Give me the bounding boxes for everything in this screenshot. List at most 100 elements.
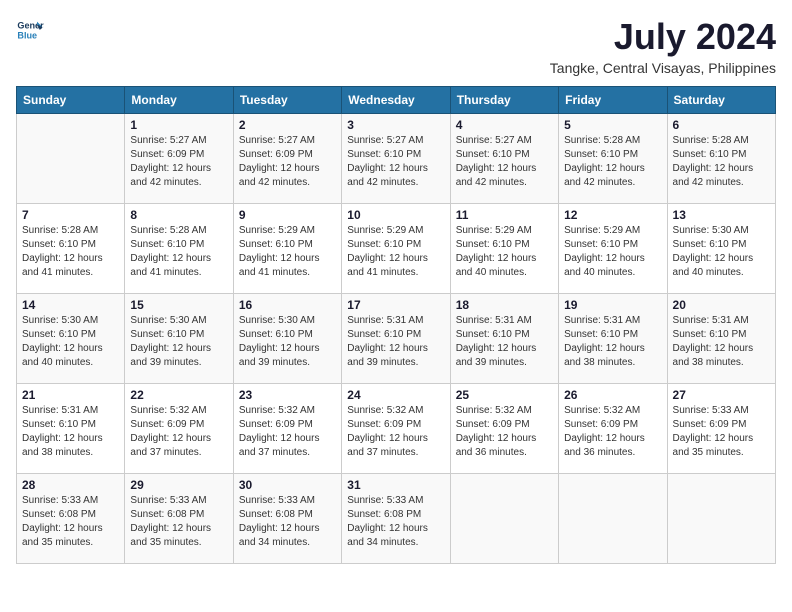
weekday-header-wednesday: Wednesday <box>342 87 450 114</box>
day-info: Sunrise: 5:32 AMSunset: 6:09 PMDaylight:… <box>456 404 553 460</box>
day-info: Sunrise: 5:30 AMSunset: 6:10 PMDaylight:… <box>130 314 227 370</box>
weekday-header-monday: Monday <box>125 87 233 114</box>
calendar-cell: 28 Sunrise: 5:33 AMSunset: 6:08 PMDayligh… <box>17 474 125 564</box>
calendar-cell: 19 Sunrise: 5:31 AMSunset: 6:10 PMDayligh… <box>559 294 667 384</box>
day-info: Sunrise: 5:31 AMSunset: 6:10 PMDaylight:… <box>673 314 770 370</box>
day-info: Sunrise: 5:27 AMSunset: 6:09 PMDaylight:… <box>239 134 336 190</box>
title-area: July 2024 Tangke, Central Visayas, Phili… <box>550 16 776 76</box>
calendar-cell: 20 Sunrise: 5:31 AMSunset: 6:10 PMDayligh… <box>667 294 775 384</box>
calendar-subtitle: Tangke, Central Visayas, Philippines <box>550 60 776 76</box>
calendar-cell: 2 Sunrise: 5:27 AMSunset: 6:09 PMDaylight… <box>233 114 341 204</box>
day-info: Sunrise: 5:32 AMSunset: 6:09 PMDaylight:… <box>564 404 661 460</box>
day-number: 27 <box>673 388 770 402</box>
day-number: 24 <box>347 388 444 402</box>
day-number: 12 <box>564 208 661 222</box>
calendar-cell: 12 Sunrise: 5:29 AMSunset: 6:10 PMDayligh… <box>559 204 667 294</box>
day-number: 31 <box>347 478 444 492</box>
day-info: Sunrise: 5:30 AMSunset: 6:10 PMDaylight:… <box>239 314 336 370</box>
day-number: 21 <box>22 388 119 402</box>
weekday-header-row: SundayMondayTuesdayWednesdayThursdayFrid… <box>17 87 776 114</box>
day-info: Sunrise: 5:31 AMSunset: 6:10 PMDaylight:… <box>564 314 661 370</box>
day-number: 25 <box>456 388 553 402</box>
calendar-title: July 2024 <box>550 16 776 58</box>
day-info: Sunrise: 5:27 AMSunset: 6:09 PMDaylight:… <box>130 134 227 190</box>
calendar-cell: 10Sunrise: 5:29 AMSunset: 6:10 PMDayligh… <box>342 204 450 294</box>
day-info: Sunrise: 5:28 AMSunset: 6:10 PMDaylight:… <box>130 224 227 280</box>
day-number: 30 <box>239 478 336 492</box>
day-info: Sunrise: 5:33 AMSunset: 6:08 PMDaylight:… <box>347 494 444 550</box>
day-number: 23 <box>239 388 336 402</box>
calendar-cell: 27 Sunrise: 5:33 AMSunset: 6:09 PMDayligh… <box>667 384 775 474</box>
day-number: 17 <box>347 298 444 312</box>
svg-text:Blue: Blue <box>17 30 37 40</box>
day-number: 2 <box>239 118 336 132</box>
week-row-2: 7 Sunrise: 5:28 AMSunset: 6:10 PMDaylight… <box>17 204 776 294</box>
week-row-4: 21 Sunrise: 5:31 AMSunset: 6:10 PMDayligh… <box>17 384 776 474</box>
weekday-header-sunday: Sunday <box>17 87 125 114</box>
day-info: Sunrise: 5:31 AMSunset: 6:10 PMDaylight:… <box>456 314 553 370</box>
day-number: 10 <box>347 208 444 222</box>
logo: General Blue <box>16 16 44 44</box>
day-number: 13 <box>673 208 770 222</box>
calendar-cell <box>450 474 558 564</box>
day-number: 22 <box>130 388 227 402</box>
calendar-cell: 22 Sunrise: 5:32 AMSunset: 6:09 PMDayligh… <box>125 384 233 474</box>
day-info: Sunrise: 5:32 AMSunset: 6:09 PMDaylight:… <box>239 404 336 460</box>
day-info: Sunrise: 5:30 AMSunset: 6:10 PMDaylight:… <box>673 224 770 280</box>
day-number: 18 <box>456 298 553 312</box>
day-number: 26 <box>564 388 661 402</box>
day-number: 28 <box>22 478 119 492</box>
calendar-cell: 23 Sunrise: 5:32 AMSunset: 6:09 PMDayligh… <box>233 384 341 474</box>
calendar-cell: 21 Sunrise: 5:31 AMSunset: 6:10 PMDayligh… <box>17 384 125 474</box>
calendar-cell: 29 Sunrise: 5:33 AMSunset: 6:08 PMDayligh… <box>125 474 233 564</box>
day-number: 11 <box>456 208 553 222</box>
calendar-cell: 16 Sunrise: 5:30 AMSunset: 6:10 PMDayligh… <box>233 294 341 384</box>
calendar-cell: 7 Sunrise: 5:28 AMSunset: 6:10 PMDaylight… <box>17 204 125 294</box>
calendar-cell <box>667 474 775 564</box>
weekday-header-saturday: Saturday <box>667 87 775 114</box>
day-info: Sunrise: 5:32 AMSunset: 6:09 PMDaylight:… <box>347 404 444 460</box>
logo-icon: General Blue <box>16 16 44 44</box>
day-number: 8 <box>130 208 227 222</box>
week-row-5: 28 Sunrise: 5:33 AMSunset: 6:08 PMDayligh… <box>17 474 776 564</box>
day-number: 29 <box>130 478 227 492</box>
day-info: Sunrise: 5:28 AMSunset: 6:10 PMDaylight:… <box>22 224 119 280</box>
day-info: Sunrise: 5:33 AMSunset: 6:08 PMDaylight:… <box>22 494 119 550</box>
calendar-cell: 11 Sunrise: 5:29 AMSunset: 6:10 PMDayligh… <box>450 204 558 294</box>
day-info: Sunrise: 5:33 AMSunset: 6:09 PMDaylight:… <box>673 404 770 460</box>
calendar-cell: 14 Sunrise: 5:30 AMSunset: 6:10 PMDayligh… <box>17 294 125 384</box>
calendar-cell: 5Sunrise: 5:28 AMSunset: 6:10 PMDaylight… <box>559 114 667 204</box>
day-number: 15 <box>130 298 227 312</box>
calendar-cell: 18 Sunrise: 5:31 AMSunset: 6:10 PMDayligh… <box>450 294 558 384</box>
day-number: 14 <box>22 298 119 312</box>
calendar-cell: 24 Sunrise: 5:32 AMSunset: 6:09 PMDayligh… <box>342 384 450 474</box>
week-row-3: 14 Sunrise: 5:30 AMSunset: 6:10 PMDayligh… <box>17 294 776 384</box>
calendar-cell: 17 Sunrise: 5:31 AMSunset: 6:10 PMDayligh… <box>342 294 450 384</box>
day-info: Sunrise: 5:31 AMSunset: 6:10 PMDaylight:… <box>22 404 119 460</box>
day-info: Sunrise: 5:30 AMSunset: 6:10 PMDaylight:… <box>22 314 119 370</box>
calendar-table: SundayMondayTuesdayWednesdayThursdayFrid… <box>16 86 776 564</box>
day-number: 9 <box>239 208 336 222</box>
calendar-cell: 25 Sunrise: 5:32 AMSunset: 6:09 PMDayligh… <box>450 384 558 474</box>
calendar-cell: 30Sunrise: 5:33 AMSunset: 6:08 PMDayligh… <box>233 474 341 564</box>
day-number: 16 <box>239 298 336 312</box>
calendar-cell: 9Sunrise: 5:29 AMSunset: 6:10 PMDaylight… <box>233 204 341 294</box>
week-row-1: 1 Sunrise: 5:27 AMSunset: 6:09 PMDaylight… <box>17 114 776 204</box>
day-info: Sunrise: 5:31 AMSunset: 6:10 PMDaylight:… <box>347 314 444 370</box>
day-number: 19 <box>564 298 661 312</box>
weekday-header-tuesday: Tuesday <box>233 87 341 114</box>
calendar-cell: 8 Sunrise: 5:28 AMSunset: 6:10 PMDaylight… <box>125 204 233 294</box>
day-number: 6 <box>673 118 770 132</box>
day-number: 7 <box>22 208 119 222</box>
day-info: Sunrise: 5:32 AMSunset: 6:09 PMDaylight:… <box>130 404 227 460</box>
day-info: Sunrise: 5:27 AMSunset: 6:10 PMDaylight:… <box>347 134 444 190</box>
day-info: Sunrise: 5:28 AMSunset: 6:10 PMDaylight:… <box>673 134 770 190</box>
day-info: Sunrise: 5:29 AMSunset: 6:10 PMDaylight:… <box>456 224 553 280</box>
weekday-header-thursday: Thursday <box>450 87 558 114</box>
day-number: 20 <box>673 298 770 312</box>
day-info: Sunrise: 5:29 AMSunset: 6:10 PMDaylight:… <box>564 224 661 280</box>
calendar-cell: 1 Sunrise: 5:27 AMSunset: 6:09 PMDaylight… <box>125 114 233 204</box>
day-number: 5 <box>564 118 661 132</box>
day-info: Sunrise: 5:33 AMSunset: 6:08 PMDaylight:… <box>130 494 227 550</box>
day-number: 1 <box>130 118 227 132</box>
